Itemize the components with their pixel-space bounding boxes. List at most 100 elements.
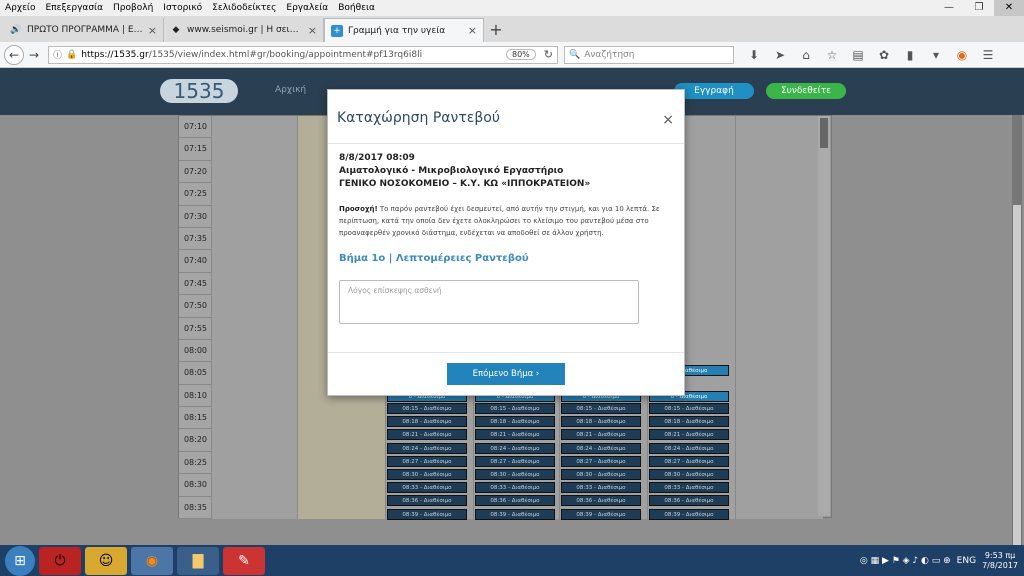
zoom-badge[interactable]: 80% — [506, 49, 536, 60]
explorer-smiley-icon[interactable]: ☺ — [85, 546, 127, 575]
timeslot-button[interactable]: 08:15 - Διαθέσιμο — [387, 403, 467, 414]
timeslot-button[interactable]: 08:36 - Διαθέσιμο — [561, 495, 641, 507]
timeslot-button[interactable]: 08:24 - Διαθέσιμο — [649, 442, 729, 454]
tray-icons[interactable]: ◎ ▦ ▶ ⚑ ◈ ♪ ◐ ▭ ⊕ — [860, 556, 951, 566]
timeslot-button[interactable]: 08:21 - Διαθέσιμο — [475, 429, 555, 441]
timeslot-button[interactable]: 08:30 - Διαθέσιμο — [561, 469, 641, 480]
nav-home-link[interactable]: Αρχική — [275, 85, 306, 95]
timeslot-button[interactable]: 08:36 - Διαθέσιμο — [475, 495, 555, 507]
reason-textarea[interactable]: Λόγος επίσκεψης ασθενή — [339, 280, 639, 324]
tab-close-icon[interactable]: × — [468, 24, 477, 37]
timeslot-button[interactable]: 08:39 - Διαθέσιμο — [387, 508, 467, 520]
timeslot-button[interactable]: 08:39 - Διαθέσιμο — [475, 508, 555, 520]
timeslot-button[interactable]: 08:36 - Διαθέσιμο — [649, 495, 729, 507]
timeslot-button[interactable]: 08:33 - Διαθέσιμο — [649, 482, 729, 494]
timeslot-button[interactable]: 08:30 - Διαθέσιμο — [387, 469, 467, 480]
back-button[interactable]: ← — [4, 44, 24, 65]
home-icon[interactable]: ⌂ — [796, 48, 816, 62]
hamburger-menu-icon[interactable]: ☰ — [978, 48, 998, 62]
scroll-thumb[interactable] — [1013, 205, 1021, 545]
health-cross-icon: + — [331, 24, 343, 37]
timeslot-button[interactable]: 08:15 - Διαθέσιμο — [649, 403, 729, 414]
timeslot-button[interactable]: 08:21 - Διαθέσιμο — [387, 429, 467, 441]
menu-item[interactable]: Σελιδοδείκτες — [207, 3, 281, 13]
language-indicator[interactable]: ENG — [957, 556, 976, 566]
folder-icon[interactable]: ▇ — [177, 546, 219, 575]
tab-close-icon[interactable]: × — [308, 24, 317, 37]
scroll-thumb[interactable] — [820, 118, 828, 148]
time-row-label: 07:30 — [179, 205, 211, 228]
tab-health[interactable]: + Γραμμή για την υγεία × — [324, 18, 484, 42]
new-tab-button[interactable]: + — [484, 18, 508, 42]
start-button[interactable]: ⊞ — [5, 545, 35, 576]
addon-icon[interactable]: ◉ — [952, 48, 972, 62]
timeslot-button[interactable]: 08:39 - Διαθέσιμο — [649, 508, 729, 520]
timeslot-button[interactable]: 08:24 - Διαθέσιμο — [387, 442, 467, 454]
page-scrollbar[interactable] — [1012, 115, 1022, 545]
timeslot-button[interactable]: 08:18 - Διαθέσιμο — [649, 416, 729, 428]
timeslot-button[interactable]: 08:27 - Διαθέσιμο — [475, 455, 555, 467]
clock[interactable]: 9:53 πμ 7/8/2017 — [982, 551, 1018, 571]
timeslot-button[interactable]: 08:33 - Διαθέσιμο — [387, 482, 467, 494]
login-button[interactable]: Συνδεθείτε — [766, 83, 846, 99]
time-column: 07:10 07:15 07:20 07:25 07:30 07:35 07:40 07:45… — [179, 116, 211, 520]
menu-bar: Αρχείο Επεξεργασία Προβολή Ιστορικό Σελιδοδε… — [0, 0, 1024, 16]
menu-item[interactable]: Βοήθεια — [333, 3, 380, 13]
url-bar[interactable]: ⓘ 🔒 https://1535.gr /1535/view/index.htm… — [48, 45, 558, 64]
tab-ert[interactable]: 🔊 ΠΡΩΤΟ ΠΡΟΓΡΑΜΜΑ | ΕΡΤ × — [4, 18, 164, 42]
extension-icon[interactable]: ✿ — [874, 48, 894, 62]
timeslot-button[interactable]: 08:15 - Διαθέσιμο — [561, 403, 641, 414]
timeslot-button[interactable]: 08:24 - Διαθέσιμο — [475, 442, 555, 454]
window-controls: — ❐ ✕ — [934, 0, 1024, 16]
timeslot-button[interactable]: 08:39 - Διαθέσιμο — [561, 508, 641, 520]
menu-item[interactable]: Ιστορικό — [158, 3, 207, 13]
search-icon: 🔍 — [569, 49, 581, 60]
minimize-icon[interactable]: — — [934, 0, 964, 16]
close-icon[interactable]: × — [662, 112, 674, 128]
firefox-icon[interactable]: ◉ — [131, 546, 173, 575]
menu-item[interactable]: Επεξεργασία — [41, 3, 109, 13]
tab-seismoi[interactable]: ◆ www.seismoi.gr | Η σεισμικ × — [164, 18, 324, 42]
search-input[interactable]: 🔍 Αναζήτηση — [564, 45, 734, 64]
timeslot-button[interactable]: 08:33 - Διαθέσιμο — [475, 482, 555, 494]
timeslot-button[interactable]: 08:18 - Διαθέσιμο — [561, 416, 641, 428]
timeslot-button[interactable]: 08:33 - Διαθέσιμο — [561, 482, 641, 494]
clipboard-icon[interactable]: ▮ — [900, 48, 920, 62]
menu-item[interactable]: Προβολή — [108, 3, 158, 13]
chevron-down-icon[interactable]: ▾ — [926, 48, 946, 62]
timeslot-button[interactable]: 08:27 - Διαθέσιμο — [387, 455, 467, 467]
download-icon[interactable]: ⬇ — [744, 48, 764, 62]
timeslot-button[interactable]: 08:30 - Διαθέσιμο — [649, 469, 729, 480]
restore-icon[interactable]: ❐ — [964, 0, 994, 16]
reload-icon[interactable]: ↻ — [544, 48, 553, 61]
timeslot-button[interactable]: 08:21 - Διαθέσιμο — [649, 429, 729, 441]
navigation-bar: ← → ⓘ 🔒 https://1535.gr /1535/view/index… — [0, 42, 1024, 68]
star-icon[interactable]: ☆ — [822, 48, 842, 62]
menu-item[interactable]: Αρχείο — [0, 3, 41, 13]
close-window-icon[interactable]: ✕ — [994, 0, 1024, 16]
menu-item[interactable]: Εργαλεία — [281, 3, 333, 13]
timeslot-button[interactable]: 08:15 - Διαθέσιμο — [475, 403, 555, 414]
power-app-icon[interactable]: ⏻ — [39, 546, 81, 575]
info-icon[interactable]: ⓘ — [53, 48, 62, 61]
time-row-label: 07:25 — [179, 183, 211, 206]
register-button[interactable]: Εγγραφή — [674, 83, 754, 99]
calendar-scrollbar[interactable] — [818, 116, 830, 516]
forward-button[interactable]: → — [24, 45, 44, 65]
tab-close-icon[interactable]: × — [148, 24, 157, 37]
next-step-button[interactable]: Επόμενο Βήμα › — [447, 363, 565, 385]
paint-app-icon[interactable]: ✎ — [223, 546, 265, 575]
timeslot-button[interactable]: 08:27 - Διαθέσιμο — [649, 455, 729, 467]
timeslot-button[interactable]: 08:18 - Διαθέσιμο — [387, 416, 467, 428]
timeslot-button[interactable]: 08:24 - Διαθέσιμο — [561, 442, 641, 454]
timeslot-button[interactable]: 08:18 - Διαθέσιμο — [475, 416, 555, 428]
reader-icon[interactable]: ▤ — [848, 48, 868, 62]
send-icon[interactable]: ➤ — [770, 48, 790, 62]
timeslot-button[interactable]: 08:27 - Διαθέσιμο — [561, 455, 641, 467]
site-logo[interactable]: 1535 — [160, 79, 238, 103]
timeslot-button[interactable]: 08:21 - Διαθέσιμο — [561, 429, 641, 441]
modal-header: Καταχώρηση Ραντεβού × — [328, 90, 684, 144]
lock-icon: 🔒 — [66, 49, 78, 60]
timeslot-button[interactable]: 08:36 - Διαθέσιμο — [387, 495, 467, 507]
timeslot-button[interactable]: 08:30 - Διαθέσιμο — [475, 469, 555, 480]
